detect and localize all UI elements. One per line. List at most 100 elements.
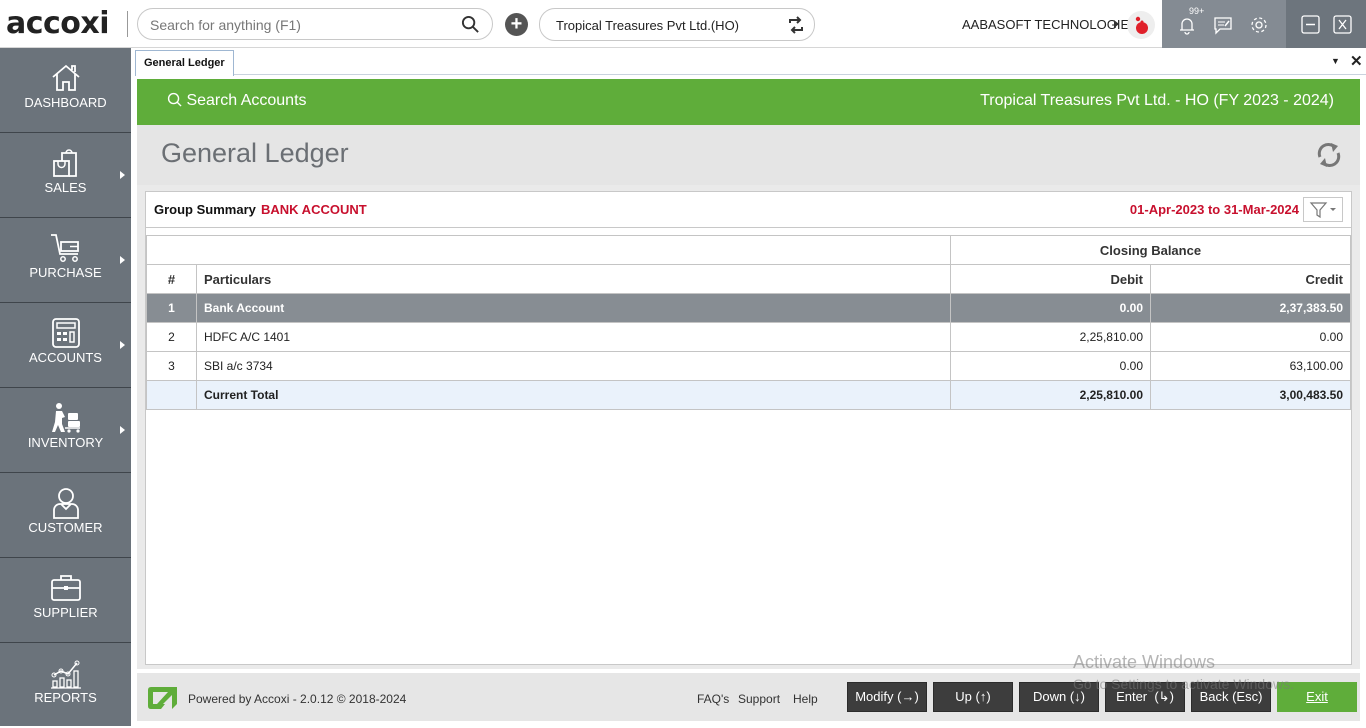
row-particulars: HDFC A/C 1401 <box>196 322 951 352</box>
company-selector-label: Tropical Treasures Pvt Ltd.(HO) <box>556 18 740 33</box>
avatar[interactable] <box>1127 11 1155 39</box>
column-header-debit[interactable]: Debit <box>950 264 1151 294</box>
row-num: 3 <box>146 351 197 381</box>
table-row[interactable]: 2 HDFC A/C 1401 2,25,810.00 0.00 <box>146 322 1351 352</box>
empty-header-cell <box>146 235 951 265</box>
sidebar-edge <box>131 48 135 726</box>
support-link[interactable]: Support <box>738 692 780 706</box>
sidebar-item-reports[interactable]: REPORTS <box>0 643 131 728</box>
group-summary-label: Group Summary <box>154 202 256 217</box>
user-icon <box>53 488 79 519</box>
total-debit: 2,25,810.00 <box>950 380 1151 410</box>
switch-company-icon[interactable] <box>786 15 806 35</box>
search-accounts-label: Search Accounts <box>186 92 307 109</box>
company-fy-label: Tropical Treasures Pvt Ltd. - HO (FY 202… <box>980 92 1334 109</box>
close-icon[interactable] <box>1333 15 1352 34</box>
report-panel: Group Summary BANK ACCOUNT 01-Apr-2023 t… <box>145 191 1352 665</box>
filter-button[interactable] <box>1303 197 1343 222</box>
row-credit: 0.00 <box>1150 322 1351 352</box>
tab-list-dropdown-icon[interactable]: ▼ <box>1331 56 1340 66</box>
sidebar-item-dashboard[interactable]: DASHBOARD <box>0 48 131 133</box>
sidebar-item-supplier[interactable]: SUPPLIER <box>0 558 131 643</box>
up-button[interactable]: Up (↑) <box>933 682 1013 712</box>
global-search[interactable] <box>137 8 493 40</box>
tab-strip: General Ledger ▼ ✕ <box>135 48 1366 76</box>
table-header-row: # Particulars Debit Credit <box>146 264 1351 294</box>
bell-icon[interactable] <box>1177 15 1197 35</box>
table-group-header-row: Closing Balance <box>146 235 1351 265</box>
column-header-particulars[interactable]: Particulars <box>196 264 951 294</box>
accoxi-logo: accoxi <box>6 6 110 41</box>
ledger-table: Closing Balance # Particulars Debit Cred… <box>146 235 1351 410</box>
chevron-right-icon <box>120 426 125 434</box>
row-credit: 2,37,383.50 <box>1150 293 1351 323</box>
refresh-icon[interactable] <box>1314 140 1344 170</box>
cart-icon <box>51 234 79 262</box>
tab-general-ledger[interactable]: General Ledger <box>135 50 234 76</box>
table-row[interactable]: 3 SBI a/c 3734 0.00 63,100.00 <box>146 351 1351 381</box>
total-credit: 3,00,483.50 <box>1150 380 1351 410</box>
total-row: Current Total 2,25,810.00 3,00,483.50 <box>146 380 1351 410</box>
top-bar: accoxi + Tropical Treasures Pvt Ltd.(HO)… <box>0 0 1366 48</box>
sidebar-item-label: ACCOUNTS <box>29 350 102 365</box>
window-controls <box>1286 0 1366 48</box>
row-num: 1 <box>146 293 197 323</box>
powered-by-text: Powered by Accoxi - 2.0.12 © 2018-2024 <box>188 692 407 706</box>
search-icon <box>167 92 182 107</box>
main-content: Search Accounts Tropical Treasures Pvt L… <box>137 79 1360 669</box>
sidebar: DASHBOARD SALES PURCHASE ACCOUNTS INVENT… <box>0 48 131 726</box>
modify-button[interactable]: Modify (→) <box>847 682 927 712</box>
closing-balance-header: Closing Balance <box>950 235 1351 265</box>
sidebar-item-customer[interactable]: CUSTOMER <box>0 473 131 558</box>
accoxi-mark-icon <box>148 687 177 709</box>
minimize-icon[interactable] <box>1301 15 1320 34</box>
organization-name[interactable]: AABASOFT TECHNOLOGIES <box>962 17 1138 32</box>
search-accounts-button[interactable]: Search Accounts <box>167 92 307 110</box>
sidebar-item-inventory[interactable]: INVENTORY <box>0 388 131 473</box>
row-particulars: SBI a/c 3734 <box>196 351 951 381</box>
chevron-right-icon <box>120 341 125 349</box>
chevron-right-icon <box>120 171 125 179</box>
message-icon[interactable] <box>1213 15 1233 35</box>
company-selector[interactable]: Tropical Treasures Pvt Ltd.(HO) <box>539 8 815 41</box>
add-icon[interactable]: + <box>505 13 528 36</box>
row-debit: 0.00 <box>950 293 1151 323</box>
table-row[interactable]: 1 Bank Account 0.00 2,37,383.50 <box>146 293 1351 323</box>
title-bar: General Ledger <box>137 125 1360 185</box>
global-search-input[interactable] <box>150 15 450 35</box>
row-credit: 63,100.00 <box>1150 351 1351 381</box>
sidebar-item-accounts[interactable]: ACCOUNTS <box>0 303 131 388</box>
worker-trolley-icon <box>52 403 80 433</box>
sidebar-item-sales[interactable]: SALES <box>0 133 131 218</box>
faq-link[interactable]: FAQ's <box>697 692 729 706</box>
sidebar-item-purchase[interactable]: PURCHASE <box>0 218 131 303</box>
home-icon <box>52 64 80 91</box>
gear-icon[interactable] <box>1249 15 1269 35</box>
total-num-cell <box>146 380 197 410</box>
sidebar-item-label: REPORTS <box>34 690 97 705</box>
total-label: Current Total <box>196 380 951 410</box>
logo-divider <box>127 11 128 37</box>
group-summary-bar: Group Summary BANK ACCOUNT 01-Apr-2023 t… <box>146 192 1351 228</box>
sidebar-item-label: INVENTORY <box>27 435 104 450</box>
chart-icon <box>51 660 81 689</box>
activate-windows-title: Activate Windows <box>1073 652 1216 672</box>
search-icon[interactable] <box>461 15 480 34</box>
briefcase-icon <box>51 575 81 601</box>
close-tab-icon[interactable]: ✕ <box>1350 52 1363 70</box>
calculator-icon <box>52 318 80 348</box>
row-debit: 0.00 <box>950 351 1151 381</box>
green-header: Search Accounts Tropical Treasures Pvt L… <box>137 79 1360 125</box>
date-range[interactable]: 01-Apr-2023 to 31-Mar-2024 <box>1130 202 1299 217</box>
column-header-num[interactable]: # <box>146 264 197 294</box>
column-header-credit[interactable]: Credit <box>1150 264 1351 294</box>
caret-right-icon[interactable] <box>1114 20 1119 28</box>
help-link[interactable]: Help <box>793 692 818 706</box>
sidebar-item-label: SALES <box>44 180 87 195</box>
row-debit: 2,25,810.00 <box>950 322 1151 352</box>
row-num: 2 <box>146 322 197 352</box>
activate-windows-subtitle: Go to Settings to activate Windows. <box>1073 676 1294 692</box>
sidebar-item-label: DASHBOARD <box>24 95 107 110</box>
group-name: BANK ACCOUNT <box>261 202 367 217</box>
sidebar-item-label: PURCHASE <box>29 265 102 280</box>
